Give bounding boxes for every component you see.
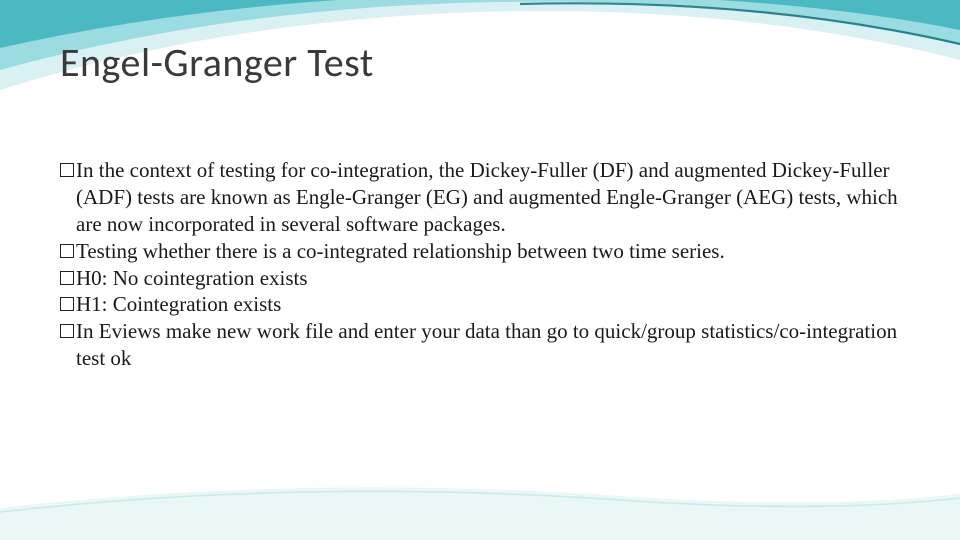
slide-title: Engel-Granger Test xyxy=(60,38,900,87)
bullet-marker-icon xyxy=(60,271,74,285)
bullet-marker-icon xyxy=(60,297,74,311)
bullet-marker-icon xyxy=(60,163,74,177)
bullet-item: In the context of testing for co-integra… xyxy=(60,157,900,238)
slide-container: Engel-Granger Test In the context of tes… xyxy=(0,0,960,540)
bullet-text: In Eviews make new work file and enter y… xyxy=(76,318,900,372)
bullet-item: H0: No cointegration exists xyxy=(60,265,900,292)
bullet-text: In the context of testing for co-integra… xyxy=(76,157,900,238)
bullet-item: In Eviews make new work file and enter y… xyxy=(60,318,900,372)
bullet-marker-icon xyxy=(60,244,74,258)
bullet-item: Testing whether there is a co-integrated… xyxy=(60,238,900,265)
slide-body: In the context of testing for co-integra… xyxy=(60,157,900,372)
bullet-text: Testing whether there is a co-integrated… xyxy=(76,238,900,265)
bullet-marker-icon xyxy=(60,324,74,338)
bullet-item: H1: Cointegration exists xyxy=(60,291,900,318)
bullet-text: H0: No cointegration exists xyxy=(76,265,900,292)
bullet-text: H1: Cointegration exists xyxy=(76,291,900,318)
